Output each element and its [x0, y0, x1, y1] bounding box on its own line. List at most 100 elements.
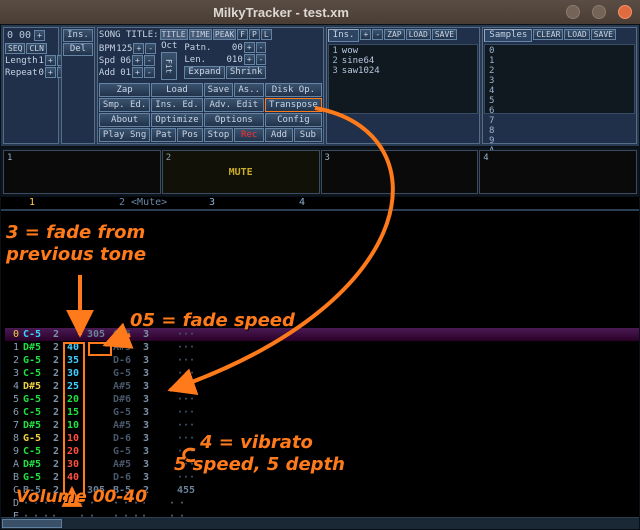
list-item[interactable]: 3 — [486, 76, 633, 86]
close-button[interactable] — [618, 5, 632, 19]
transpose-button[interactable]: Transpose — [265, 98, 322, 112]
scrollbar-thumb[interactable] — [2, 519, 62, 528]
spd-up[interactable]: + — [132, 55, 143, 66]
pattern-row[interactable]: 4D#5225A#53··· — [5, 380, 639, 393]
instruments-pane: Ins. + - ZAP LOAD SAVE 1wow2sine643saw10… — [326, 27, 481, 144]
title-button[interactable]: TITLE — [160, 29, 188, 40]
list-item[interactable]: 0 — [486, 46, 633, 56]
ins-minus[interactable]: - — [372, 29, 383, 40]
list-item[interactable]: 5 — [486, 96, 633, 106]
ins-plus[interactable]: + — [360, 29, 371, 40]
channel-scope[interactable]: 2MUTE — [162, 150, 320, 194]
maximize-button[interactable] — [592, 5, 606, 19]
sub-button[interactable]: Sub — [294, 128, 322, 142]
zap-button[interactable]: Zap — [99, 83, 150, 97]
pattern-row[interactable]: 5G-5220D#63··· — [5, 393, 639, 406]
pattern-row[interactable]: 1D#5240A#53··· — [5, 341, 639, 354]
channel-header[interactable]: 3 — [209, 197, 299, 209]
order-plus[interactable]: + — [34, 30, 45, 41]
saveas-button[interactable]: As.. — [234, 83, 264, 97]
pattern-row[interactable]: 9C-5220G-53··· — [5, 445, 639, 458]
ins-load[interactable]: LOAD — [406, 29, 431, 40]
optimize-button[interactable]: Optimize — [151, 113, 202, 127]
pattern-row[interactable]: AD#5230A#53··· — [5, 458, 639, 471]
list-item[interactable]: 7 — [486, 116, 633, 126]
pattern-row[interactable]: BG-5240D-63··· — [5, 471, 639, 484]
pattern-row[interactable]: 0C-52305G-53··· — [5, 328, 639, 341]
insed-button[interactable]: Ins. Ed. — [151, 98, 202, 112]
repeat-up[interactable]: + — [45, 67, 56, 78]
l-button[interactable]: L — [261, 29, 272, 40]
list-item[interactable]: 3saw1024 — [330, 66, 477, 76]
patn-down[interactable]: - — [256, 42, 267, 53]
stop-button[interactable]: Stop — [204, 128, 234, 142]
bpm-up[interactable]: + — [133, 43, 144, 54]
pattern-row[interactable]: 3C-5230G-53··· — [5, 367, 639, 380]
smp-save[interactable]: SAVE — [591, 29, 616, 40]
patn-up[interactable]: + — [244, 42, 255, 53]
minimize-button[interactable] — [566, 5, 580, 19]
playsng-button[interactable]: Play Sng — [99, 128, 150, 142]
len-down[interactable]: - — [256, 54, 267, 65]
pattern-row[interactable]: 2G-5235D-63··· — [5, 354, 639, 367]
list-item[interactable]: 9 — [486, 136, 633, 146]
bpm-down[interactable]: - — [145, 43, 156, 54]
channel-header[interactable]: 2 <Mute> — [119, 197, 209, 209]
ins-save[interactable]: SAVE — [432, 29, 457, 40]
pos-button[interactable]: Pos — [177, 128, 202, 142]
p-button[interactable]: P — [249, 29, 260, 40]
seq-button[interactable]: SEQ — [5, 43, 25, 54]
list-item[interactable]: 2 — [486, 66, 633, 76]
pattern-row[interactable]: E············ — [5, 510, 639, 517]
add-down[interactable]: - — [144, 67, 155, 78]
samples-list[interactable]: 0123456789AB — [484, 44, 635, 114]
smp-clear[interactable]: CLEAR — [533, 29, 563, 40]
channel-header[interactable]: 4 — [299, 197, 389, 209]
pattern-row[interactable]: 8G-5210D-63··· — [5, 432, 639, 445]
rec-button[interactable]: Rec — [234, 128, 264, 142]
advedit-button[interactable]: Adv. Edit — [204, 98, 264, 112]
channel-scope[interactable]: 3 — [321, 150, 479, 194]
f-button[interactable]: F — [237, 29, 248, 40]
add-up[interactable]: + — [132, 67, 143, 78]
cln-button[interactable]: CLN — [26, 43, 46, 54]
channel-scope[interactable]: 4 — [479, 150, 637, 194]
config-button[interactable]: Config — [265, 113, 322, 127]
fit-button[interactable]: Fit — [161, 52, 177, 80]
list-item[interactable]: 2sine64 — [330, 56, 477, 66]
load-button[interactable]: Load — [151, 83, 202, 97]
pattern-row[interactable]: 6C-5215G-53··· — [5, 406, 639, 419]
list-item[interactable]: 4 — [486, 86, 633, 96]
ins-button[interactable]: Ins. — [63, 29, 93, 42]
list-item[interactable]: 8 — [486, 126, 633, 136]
smped-button[interactable]: Smp. Ed. — [99, 98, 150, 112]
len-up[interactable]: + — [244, 54, 255, 65]
list-item[interactable]: 1 — [486, 56, 633, 66]
expand-button[interactable]: Expand — [184, 66, 225, 79]
shrink-button[interactable]: Shrink — [226, 66, 267, 79]
pattern-row[interactable]: CB-52305B-52455 — [5, 484, 639, 497]
length-up[interactable]: + — [45, 55, 56, 66]
list-item[interactable]: 6 — [486, 106, 633, 116]
channel-scope[interactable]: 1 — [3, 150, 161, 194]
horizontal-scrollbar[interactable] — [1, 517, 639, 529]
time-button[interactable]: TIME — [189, 29, 212, 40]
pat-button[interactable]: Pat — [151, 128, 176, 142]
smp-load[interactable]: LOAD — [564, 29, 589, 40]
channel-header[interactable]: 1 — [29, 197, 119, 209]
about-button[interactable]: About — [99, 113, 150, 127]
peak-button[interactable]: PEAK — [213, 29, 236, 40]
pattern-rows[interactable]: 0C-52305G-53···1D#5240A#53···2G-5235D-63… — [1, 211, 639, 517]
ins-zap[interactable]: ZAP — [384, 29, 404, 40]
pattern-row[interactable]: D············ — [5, 497, 639, 510]
del-button[interactable]: Del — [63, 43, 93, 56]
pattern-row[interactable]: 7D#5210A#53··· — [5, 419, 639, 432]
list-item[interactable]: 1wow — [330, 46, 477, 56]
pattern-editor[interactable]: 12 <Mute>34 0C-52305G-53···1D#5240A#53··… — [1, 197, 639, 517]
instruments-list[interactable]: 1wow2sine643saw1024 — [328, 44, 479, 114]
options-button[interactable]: Options — [204, 113, 264, 127]
spd-down[interactable]: - — [144, 55, 155, 66]
diskop-button[interactable]: Disk Op. — [265, 83, 322, 97]
save-button[interactable]: Save — [204, 83, 234, 97]
add-button[interactable]: Add — [265, 128, 293, 142]
